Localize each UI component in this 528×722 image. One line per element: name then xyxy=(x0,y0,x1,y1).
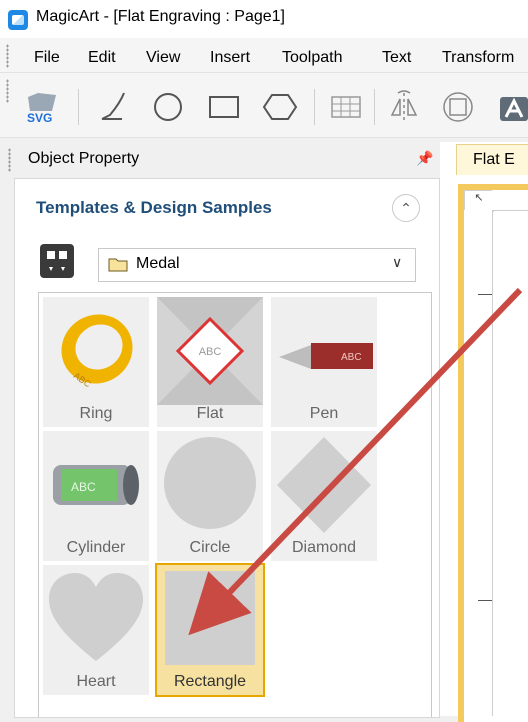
red-arrow-icon xyxy=(188,287,523,636)
annotation-arrow xyxy=(188,287,523,636)
